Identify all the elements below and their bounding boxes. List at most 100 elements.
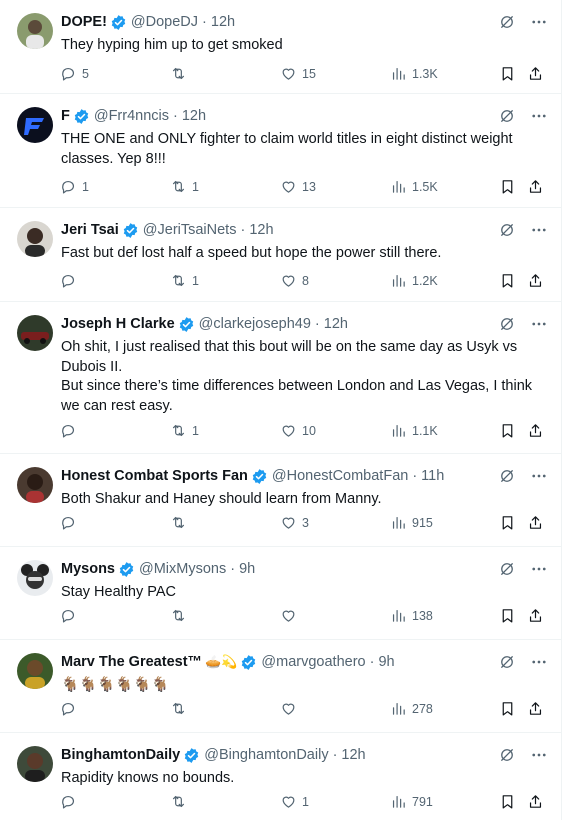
- more-icon[interactable]: [530, 746, 548, 764]
- grok-icon[interactable]: [498, 13, 516, 31]
- share-button[interactable]: [527, 422, 544, 439]
- retweet-button[interactable]: 1: [170, 272, 199, 289]
- tweet[interactable]: Joseph H Clarke @clarkejoseph49 · 12h Oh…: [0, 302, 562, 454]
- tweet[interactable]: F @Frr4nncis · 12h THE ONE and ONLY figh…: [0, 94, 562, 208]
- avatar[interactable]: [17, 107, 53, 143]
- author-name[interactable]: Mysons: [61, 561, 115, 577]
- reply-button[interactable]: 1: [60, 178, 89, 195]
- views-button[interactable]: 278: [390, 700, 433, 717]
- bookmark-button[interactable]: [499, 65, 516, 82]
- share-button[interactable]: [527, 514, 544, 531]
- reply-button[interactable]: [60, 422, 82, 439]
- bookmark-button[interactable]: [499, 700, 516, 717]
- like-button[interactable]: [280, 607, 302, 624]
- bookmark-button[interactable]: [499, 422, 516, 439]
- tweet[interactable]: Marv The Greatest™ 🥧💫 @marvgoathero · 9h…: [0, 640, 562, 733]
- views-button[interactable]: 1.5K: [390, 178, 438, 195]
- reply-button[interactable]: [60, 272, 82, 289]
- bookmark-button[interactable]: [499, 272, 516, 289]
- share-button[interactable]: [527, 793, 544, 810]
- avatar[interactable]: [17, 221, 53, 257]
- grok-icon[interactable]: [498, 653, 516, 671]
- like-button[interactable]: 15: [280, 65, 316, 82]
- retweet-button[interactable]: [170, 700, 192, 717]
- timestamp[interactable]: 12h: [324, 316, 348, 332]
- author-handle[interactable]: @JeriTsaiNets: [143, 222, 237, 238]
- bookmark-button[interactable]: [499, 178, 516, 195]
- author-handle[interactable]: @BinghamtonDaily: [204, 747, 328, 763]
- tweet[interactable]: Mysons @MixMysons · 9h Stay Healthy PAC …: [0, 547, 562, 640]
- retweet-button[interactable]: 1: [170, 178, 199, 195]
- author-handle[interactable]: @HonestCombatFan: [272, 468, 408, 484]
- like-button[interactable]: 3: [280, 514, 309, 531]
- grok-icon[interactable]: [498, 746, 516, 764]
- more-icon[interactable]: [530, 467, 548, 485]
- like-button[interactable]: 1: [280, 793, 309, 810]
- reply-button[interactable]: [60, 514, 82, 531]
- bookmark-button[interactable]: [499, 793, 516, 810]
- grok-icon[interactable]: [498, 221, 516, 239]
- more-icon[interactable]: [530, 653, 548, 671]
- author-handle[interactable]: @Frr4nncis: [94, 108, 169, 124]
- tweet[interactable]: BinghamtonDaily @BinghamtonDaily · 12h R…: [0, 733, 562, 820]
- retweet-button[interactable]: 1: [170, 422, 199, 439]
- timestamp[interactable]: 12h: [341, 747, 365, 763]
- timestamp[interactable]: 11h: [421, 468, 444, 484]
- more-icon[interactable]: [530, 221, 548, 239]
- share-button[interactable]: [527, 272, 544, 289]
- author-name[interactable]: BinghamtonDaily: [61, 747, 180, 763]
- author-handle[interactable]: @DopeDJ: [131, 14, 198, 30]
- author-handle[interactable]: @marvgoathero: [261, 654, 365, 670]
- more-icon[interactable]: [530, 107, 548, 125]
- timestamp[interactable]: 12h: [182, 108, 206, 124]
- more-icon[interactable]: [530, 315, 548, 333]
- author-handle[interactable]: @clarkejoseph49: [199, 316, 311, 332]
- retweet-button[interactable]: [170, 514, 192, 531]
- bookmark-button[interactable]: [499, 607, 516, 624]
- author-name[interactable]: Jeri Tsai: [61, 222, 119, 238]
- tweet[interactable]: DOPE! @DopeDJ · 12h They hyping him up t…: [0, 0, 562, 94]
- views-button[interactable]: 791: [390, 793, 433, 810]
- bookmark-button[interactable]: [499, 514, 516, 531]
- author-name[interactable]: Marv The Greatest™: [61, 654, 202, 670]
- more-icon[interactable]: [530, 13, 548, 31]
- author-name[interactable]: Honest Combat Sports Fan: [61, 468, 248, 484]
- timestamp[interactable]: 9h: [239, 561, 255, 577]
- grok-icon[interactable]: [498, 107, 516, 125]
- tweet[interactable]: Jeri Tsai @JeriTsaiNets · 12h Fast but d…: [0, 208, 562, 302]
- author-name[interactable]: DOPE!: [61, 14, 107, 30]
- reply-button[interactable]: 5: [60, 65, 89, 82]
- avatar[interactable]: [17, 467, 53, 503]
- retweet-button[interactable]: [170, 607, 192, 624]
- reply-button[interactable]: [60, 607, 82, 624]
- avatar[interactable]: [17, 13, 53, 49]
- avatar[interactable]: [17, 315, 53, 351]
- avatar[interactable]: [17, 560, 53, 596]
- grok-icon[interactable]: [498, 560, 516, 578]
- timestamp[interactable]: 9h: [378, 654, 394, 670]
- timestamp[interactable]: 12h: [249, 222, 273, 238]
- reply-button[interactable]: [60, 793, 82, 810]
- like-button[interactable]: 8: [280, 272, 309, 289]
- like-button[interactable]: [280, 700, 302, 717]
- grok-icon[interactable]: [498, 315, 516, 333]
- more-icon[interactable]: [530, 560, 548, 578]
- avatar[interactable]: [17, 746, 53, 782]
- views-button[interactable]: 138: [390, 607, 433, 624]
- timestamp[interactable]: 12h: [211, 14, 235, 30]
- avatar[interactable]: [17, 653, 53, 689]
- share-button[interactable]: [527, 700, 544, 717]
- like-button[interactable]: 10: [280, 422, 316, 439]
- grok-icon[interactable]: [498, 467, 516, 485]
- retweet-button[interactable]: [170, 793, 192, 810]
- views-button[interactable]: 1.3K: [390, 65, 438, 82]
- author-name[interactable]: F: [61, 108, 70, 124]
- views-button[interactable]: 1.2K: [390, 272, 438, 289]
- share-button[interactable]: [527, 607, 544, 624]
- retweet-button[interactable]: [170, 65, 192, 82]
- author-name[interactable]: Joseph H Clarke: [61, 316, 175, 332]
- views-button[interactable]: 915: [390, 514, 433, 531]
- author-handle[interactable]: @MixMysons: [139, 561, 226, 577]
- share-button[interactable]: [527, 65, 544, 82]
- like-button[interactable]: 13: [280, 178, 316, 195]
